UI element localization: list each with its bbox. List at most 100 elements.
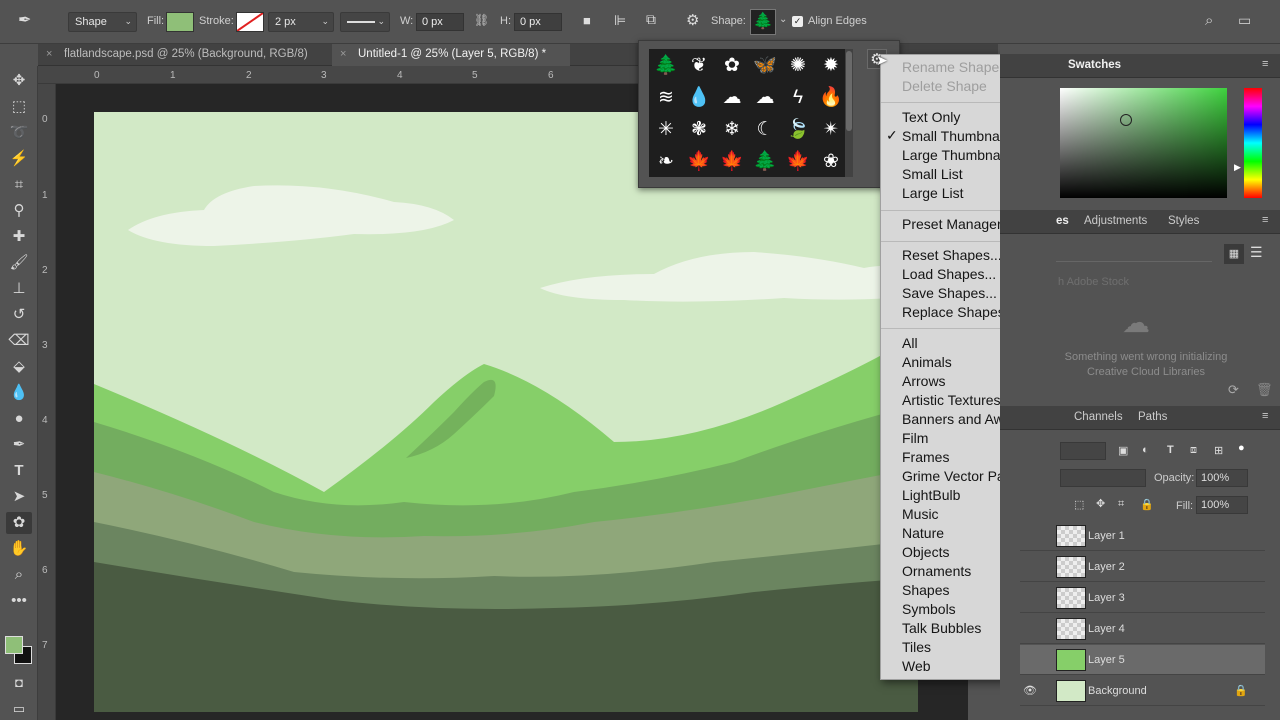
menu-item-set[interactable]: Symbols — [902, 600, 956, 619]
fire-shape-icon[interactable]: 🔥 — [815, 82, 847, 113]
leaf-shape-icon[interactable]: 🍃 — [782, 114, 814, 145]
lock-position-icon[interactable]: ✥ — [1096, 497, 1105, 510]
lock-artboard-icon[interactable]: ⌗ — [1118, 498, 1124, 511]
filter-smart-object-icon[interactable]: ⊞ — [1214, 444, 1223, 457]
menu-item-set[interactable]: Nature — [902, 524, 944, 543]
custom-shape-tool[interactable]: ✿ — [6, 512, 32, 534]
fill-input[interactable]: 100% — [1196, 496, 1248, 514]
clone-stamp-tool[interactable]: ⊥ — [6, 278, 32, 300]
menu-item-preset-manager[interactable]: Preset Manager... — [902, 215, 1013, 234]
maple-2-shape-icon[interactable]: 🍁 — [683, 146, 715, 177]
tree-shape-icon[interactable]: 🌲 — [650, 50, 682, 81]
tab-adjustments[interactable]: Adjustments — [1084, 215, 1147, 227]
menu-item-set[interactable]: Animals — [902, 353, 952, 372]
layer-filter-dropdown[interactable] — [1060, 442, 1106, 460]
blur-tool[interactable]: 💧 — [6, 382, 32, 404]
brush-tool[interactable]: 🖌 — [6, 252, 32, 274]
leaf-2-shape-icon[interactable]: ❧ — [650, 146, 682, 177]
magic-wand-tool[interactable]: ⚡ — [6, 148, 32, 170]
maple-3-shape-icon[interactable]: 🍁 — [716, 146, 748, 177]
path-arrangement-icon[interactable]: ⧉ — [646, 11, 656, 28]
filter-pixel-icon[interactable]: ▣ — [1118, 444, 1128, 457]
foreground-color[interactable] — [5, 636, 23, 654]
cloud-outline-shape-icon[interactable]: ☁ — [749, 82, 781, 113]
blossom-shape-icon[interactable]: ❀ — [815, 146, 847, 177]
menu-item-set[interactable]: Talk Bubbles — [902, 619, 981, 638]
spark-shape-icon[interactable]: ✳ — [650, 114, 682, 145]
menu-item-reset-shapes[interactable]: Reset Shapes... — [902, 246, 1002, 265]
tab-styles[interactable]: Styles — [1168, 215, 1199, 227]
menu-item-large-thumbnail[interactable]: Large Thumbnail — [902, 146, 1007, 165]
screen-mode-icon[interactable]: ▭ — [6, 698, 32, 720]
width-input[interactable]: 0 px — [416, 13, 464, 31]
crop-tool[interactable]: ⌗ — [6, 174, 32, 196]
eye-icon[interactable]: 👁 — [1023, 684, 1037, 697]
raindrop-shape-icon[interactable]: 💧 — [683, 82, 715, 113]
menu-item-set[interactable]: Arrows — [902, 372, 946, 391]
path-operations-icon[interactable]: ■ — [583, 13, 591, 28]
tab-channels[interactable]: Channels — [1074, 411, 1123, 423]
tab-paths[interactable]: Paths — [1138, 411, 1167, 423]
filter-type-icon[interactable]: T — [1167, 444, 1174, 456]
history-brush-tool[interactable]: ↺ — [6, 304, 32, 326]
layer-row[interactable]: Layer 2 — [1020, 552, 1265, 582]
gear-icon[interactable]: ⚙ — [686, 11, 699, 29]
paint-bucket-tool[interactable]: ⬙ — [6, 356, 32, 378]
fill-swatch[interactable] — [166, 12, 194, 32]
document-canvas[interactable] — [94, 112, 918, 712]
layer-row[interactable]: 👁 Background 🔒 — [1020, 676, 1265, 706]
menu-item-set[interactable]: All — [902, 334, 918, 353]
maple-shape-icon[interactable]: ✴ — [815, 114, 847, 145]
menu-item-set[interactable]: Objects — [902, 543, 949, 562]
menu-item-small-list[interactable]: Small List — [902, 165, 963, 184]
cc-sync-icon[interactable]: ⟳ — [1228, 382, 1239, 398]
pen-tool[interactable]: ✒ — [6, 434, 32, 456]
filter-toggle-icon[interactable]: ● — [1238, 442, 1245, 454]
color-field[interactable] — [1060, 88, 1227, 198]
menu-item-set[interactable]: Music — [902, 505, 939, 524]
close-icon[interactable]: × — [340, 48, 346, 60]
hue-slider[interactable] — [1244, 88, 1262, 198]
menu-item-large-list[interactable]: Large List — [902, 184, 963, 203]
grid-view-icon[interactable]: ▦ — [1224, 244, 1244, 264]
menu-item-set[interactable]: Ornaments — [902, 562, 971, 581]
library-dropdown[interactable] — [1056, 244, 1212, 262]
stroke-type-dropdown[interactable]: ⌄ — [340, 12, 390, 32]
link-icon[interactable]: ⛓ — [474, 13, 489, 27]
path-alignment-icon[interactable]: ⊫ — [614, 12, 626, 29]
tab-libraries[interactable]: es — [1056, 215, 1069, 227]
starburst-shape-icon[interactable]: ✹ — [815, 50, 847, 81]
lock-all-icon[interactable]: 🔒 — [1140, 498, 1154, 511]
dodge-tool[interactable]: ● — [6, 408, 32, 430]
opacity-input[interactable]: 100% — [1196, 469, 1248, 487]
snowflake-shape-icon[interactable]: ❄ — [716, 114, 748, 145]
menu-item-save-shapes[interactable]: Save Shapes... — [902, 284, 997, 303]
menu-item-set[interactable]: Film — [902, 429, 928, 448]
layer-row[interactable]: Layer 5 — [1020, 645, 1265, 675]
menu-item-text-only[interactable]: Text Only — [902, 108, 960, 127]
picker-scrollbar[interactable] — [845, 49, 853, 177]
mode-dropdown[interactable]: Shape ⌄ — [68, 12, 137, 32]
panel-menu-icon[interactable]: ≡ — [1262, 410, 1268, 422]
menu-item-set[interactable]: LightBulb — [902, 486, 960, 505]
color-picker-ring[interactable] — [1120, 114, 1132, 126]
shape-picker-button[interactable]: 🌲 — [750, 9, 776, 35]
blend-mode-dropdown[interactable] — [1060, 469, 1146, 487]
path-selection-tool[interactable]: ➤ — [6, 486, 32, 508]
lasso-tool[interactable]: ➰ — [6, 122, 32, 144]
hand-tool[interactable]: ✋ — [6, 538, 32, 560]
list-view-icon[interactable]: ☰ — [1250, 244, 1263, 261]
filter-shape-icon[interactable]: ⧈ — [1190, 444, 1197, 457]
tab-swatches[interactable]: Swatches — [1068, 59, 1121, 71]
hue-slider-handle[interactable]: ▶ — [1234, 162, 1241, 173]
menu-item-load-shapes[interactable]: Load Shapes... — [902, 265, 996, 284]
cloud-shape-icon[interactable]: ☁ — [716, 82, 748, 113]
trash-icon[interactable]: 🗑 — [1256, 382, 1273, 398]
tab-untitled-1[interactable]: × Untitled-1 @ 25% (Layer 5, RGB/8) * — [332, 44, 570, 66]
quick-mask-icon[interactable]: ◘ — [6, 672, 32, 694]
menu-item-small-thumbnail[interactable]: Small Thumbnail — [902, 127, 1006, 146]
fern-shape-icon[interactable]: ❦ — [683, 50, 715, 81]
waves-shape-icon[interactable]: ≋ — [650, 82, 682, 113]
menu-item-set[interactable]: Artistic Textures — [902, 391, 1001, 410]
layer-row[interactable]: Layer 4 — [1020, 614, 1265, 644]
